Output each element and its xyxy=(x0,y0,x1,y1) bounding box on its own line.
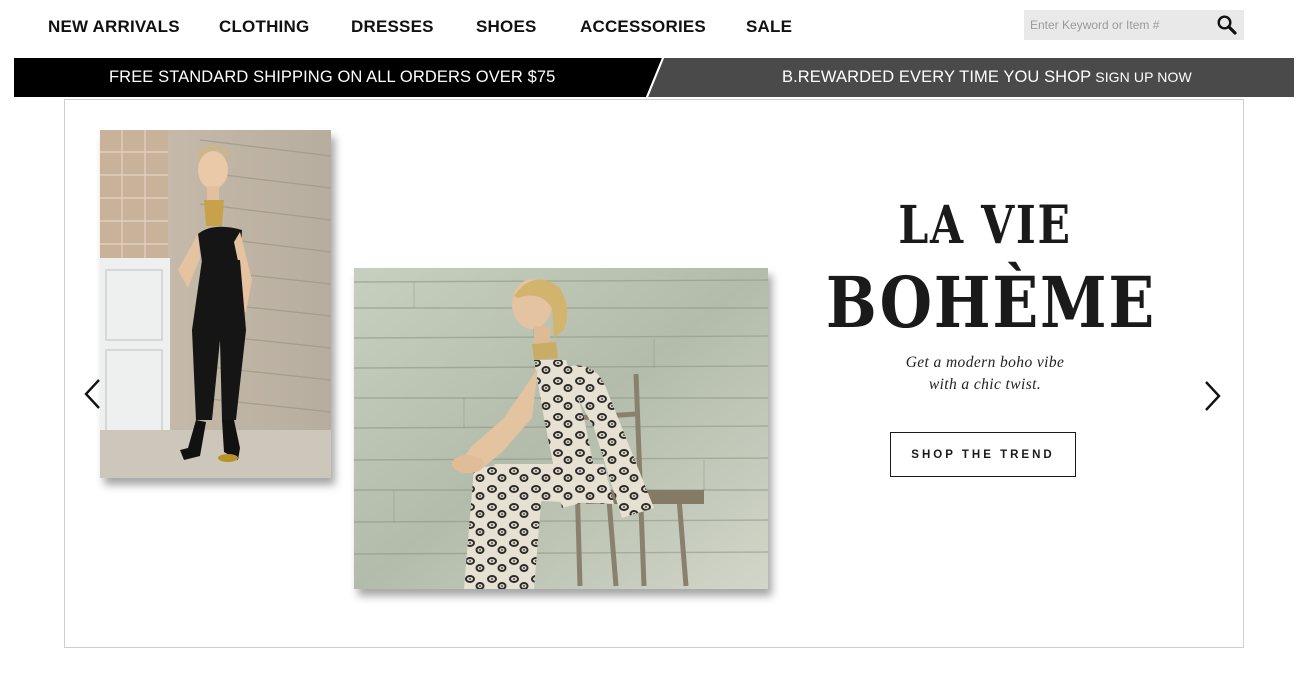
nav-item-new-arrivals[interactable]: NEW ARRIVALS xyxy=(48,17,180,37)
nav-item-dresses[interactable]: DRESSES xyxy=(351,17,434,37)
search-icon[interactable] xyxy=(1216,14,1238,36)
model-seated-photo[interactable] xyxy=(354,268,768,589)
hero-tagline-line2: with a chic twist. xyxy=(928,376,1042,393)
rewards-promo: B.REWARDED EVERY TIME YOU SHOP SIGN UP NO… xyxy=(782,68,1192,87)
search-input[interactable] xyxy=(1024,10,1210,40)
main-nav: NEW ARRIVALS CLOTHING DRESSES SHOES ACCE… xyxy=(0,0,1297,56)
chevron-left-icon[interactable] xyxy=(82,377,104,411)
nav-item-shoes[interactable]: SHOES xyxy=(476,17,537,37)
shop-the-trend-button[interactable]: SHOP THE TREND xyxy=(890,432,1076,477)
nav-item-accessories[interactable]: ACCESSORIES xyxy=(580,17,706,37)
rewards-promo-text: B.REWARDED EVERY TIME YOU SHOP xyxy=(782,68,1092,86)
nav-item-clothing[interactable]: CLOTHING xyxy=(219,17,309,37)
hero-carousel: LA VIE BOHÈME Get a modern boho vibe wit… xyxy=(64,99,1244,648)
sign-up-link[interactable]: SIGN UP NOW xyxy=(1095,69,1192,85)
promo-bar: FREE STANDARD SHIPPING ON ALL ORDERS OVE… xyxy=(14,58,1294,97)
free-shipping-promo[interactable]: FREE STANDARD SHIPPING ON ALL ORDERS OVE… xyxy=(109,68,555,87)
nav-item-sale[interactable]: SALE xyxy=(746,17,792,37)
hero-headline-line2: BOHÈME xyxy=(825,261,1156,344)
hero-headline-line1: LA VIE xyxy=(898,195,1072,256)
chevron-right-icon[interactable] xyxy=(1201,379,1223,413)
hero-tagline-line1: Get a modern boho vibe xyxy=(905,354,1065,371)
hero-tagline: Get a modern boho vibe with a chic twist… xyxy=(855,352,1115,396)
search-box xyxy=(1024,10,1244,40)
model-standing-photo[interactable] xyxy=(100,130,331,478)
